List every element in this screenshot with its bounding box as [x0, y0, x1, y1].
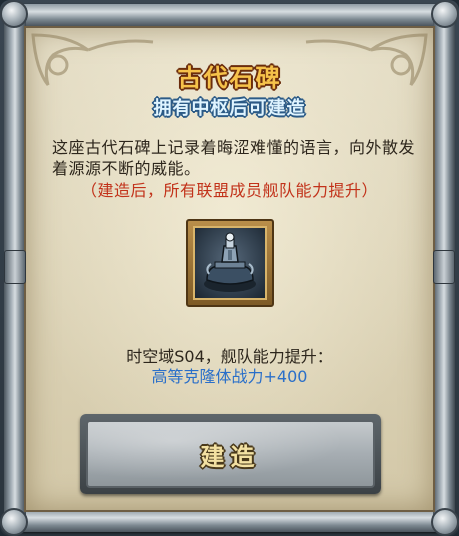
dialog-note: （建造后，所有联盟成员舰队能力提升）: [80, 181, 378, 200]
stone-monument-icon: [204, 232, 256, 292]
frame-bottom-bar: [4, 510, 455, 532]
build-button[interactable]: 建造: [80, 414, 381, 494]
build-button-face[interactable]: 建造: [86, 420, 375, 488]
build-button-label: 建造: [200, 442, 261, 471]
dialog-title: 古代石碑: [177, 64, 282, 92]
dialog-description: 这座古代石碑上记录着晦涩难懂的语言，向外散发着源源不断的威能。: [52, 138, 416, 178]
item-slot: [186, 219, 274, 307]
frame-top-bar: [4, 4, 455, 26]
corner-bolt-icon: [0, 508, 28, 536]
corner-bolt-icon: [431, 508, 459, 536]
item-frame: [193, 226, 267, 300]
side-clamp-icon: [433, 250, 455, 284]
corner-bolt-icon: [431, 0, 459, 28]
side-clamp-icon: [4, 250, 26, 284]
bonus-value: 高等克隆体战力+400: [151, 367, 308, 386]
dialog-subtitle: 拥有中枢后可建造: [153, 98, 306, 119]
corner-bolt-icon: [0, 0, 28, 28]
